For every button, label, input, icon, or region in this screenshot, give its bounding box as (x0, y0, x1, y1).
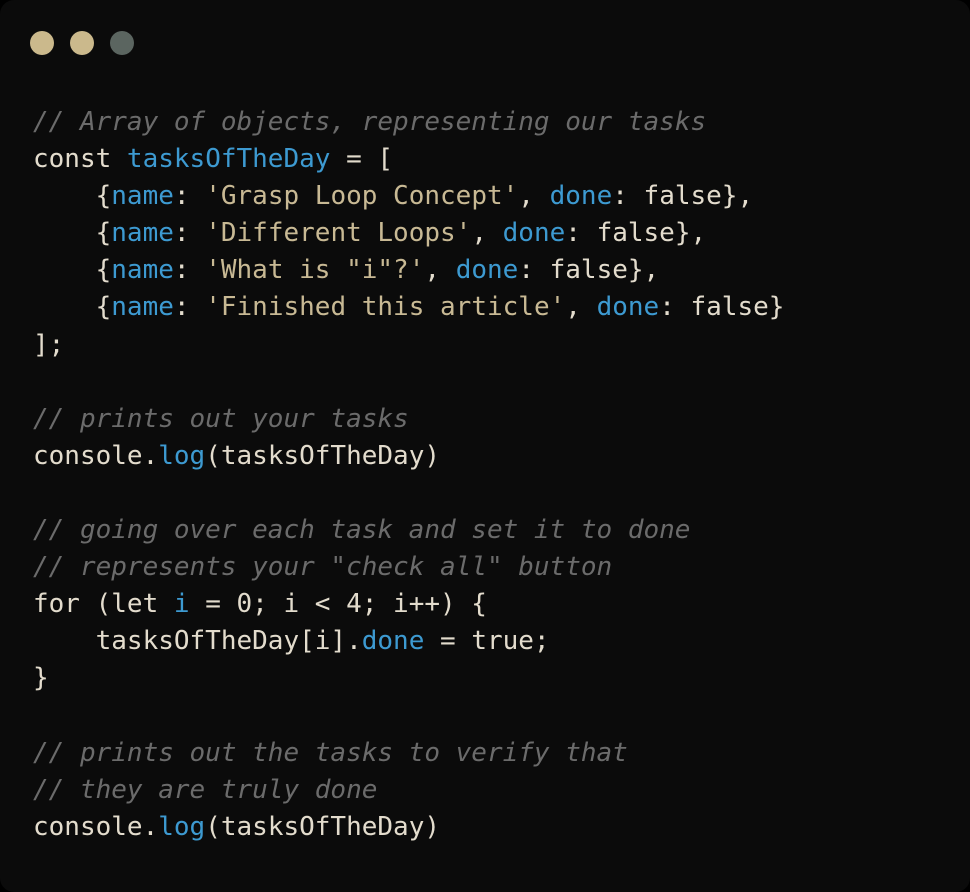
code-token-string: 'Different Loops' (205, 218, 472, 249)
code-token-comment: // they are truly done (33, 774, 378, 805)
code-token-text: { (33, 218, 112, 249)
code-token-comment: // prints out your tasks (33, 403, 409, 434)
code-token-text: tasksOfTheDay[i]. (33, 626, 362, 657)
code-line: // Array of objects, representing our ta… (33, 104, 784, 141)
code-token-text: , (565, 292, 597, 323)
code-token-text: } (33, 663, 49, 694)
code-token-text: : false}, (565, 218, 707, 249)
code-token-text: : false}, (612, 181, 754, 212)
code-token-text: , (471, 218, 503, 249)
code-token-property: name (111, 292, 174, 323)
code-line: {name: 'Grasp Loop Concept', done: false… (33, 178, 784, 215)
code-token-text: = 0; i < 4; i++) { (189, 589, 487, 620)
close-dot-icon[interactable] (30, 31, 54, 55)
code-token-comment: // prints out the tasks to verify that (33, 737, 628, 768)
code-token-property: done (455, 255, 519, 286)
code-token-text: = [ (330, 144, 394, 175)
code-token-text: (tasksOfTheDay) (205, 811, 441, 842)
code-line: ]; (33, 327, 784, 364)
code-token-text: : (173, 292, 206, 323)
maximize-dot-icon[interactable] (110, 31, 134, 55)
code-token-property: name (111, 255, 174, 286)
code-token-text: ]; (33, 329, 65, 360)
code-token-string: 'Grasp Loop Concept' (205, 181, 519, 212)
code-line: console.log(tasksOfTheDay) (33, 438, 784, 475)
window-titlebar (0, 0, 970, 80)
code-token-comment: // Array of objects, representing our ta… (33, 107, 707, 137)
code-token-property: done (502, 218, 566, 249)
code-line: const tasksOfTheDay = [ (33, 141, 784, 178)
code-token-text: console. (33, 811, 159, 842)
minimize-dot-icon[interactable] (70, 31, 94, 55)
code-line: // going over each task and set it to do… (33, 512, 784, 549)
code-token-text: , (424, 255, 456, 286)
code-token-text: = true; (424, 626, 550, 657)
code-token-text: const (33, 144, 127, 175)
code-token-comment: // represents your "check all" button (33, 552, 613, 583)
code-line: // they are truly done (33, 772, 784, 809)
code-line: tasksOfTheDay[i].done = true; (33, 623, 784, 660)
code-token-property: tasksOfTheDay (126, 144, 331, 175)
code-token-property: name (111, 218, 174, 249)
code-token-text: console. (33, 440, 159, 471)
code-token-text: : false}, (518, 255, 660, 286)
code-token-text: : (173, 255, 206, 286)
code-token-text: { (33, 255, 112, 286)
code-window: // Array of objects, representing our ta… (0, 0, 970, 892)
code-token-text: for (let (33, 589, 174, 620)
code-token-comment: // going over each task and set it to do… (33, 515, 691, 546)
code-token-string: 'What is "i"?' (205, 255, 425, 286)
code-token-property: i (173, 589, 190, 620)
code-line: for (let i = 0; i < 4; i++) { (33, 586, 784, 623)
code-line: // prints out the tasks to verify that (33, 735, 784, 772)
code-token-text: : (173, 218, 206, 249)
code-token-text: { (33, 181, 112, 212)
code-line: {name: 'Different Loops', done: false}, (33, 215, 784, 252)
code-line: {name: 'What is "i"?', done: false}, (33, 252, 784, 289)
code-token-property: name (111, 181, 174, 212)
code-token-text: : (173, 181, 206, 212)
code-token-property: done (549, 181, 613, 212)
code-token-property: log (158, 811, 206, 842)
code-block: // Array of objects, representing our ta… (33, 104, 784, 846)
code-line: // represents your "check all" button (33, 549, 784, 586)
code-line: // prints out your tasks (33, 401, 784, 438)
code-token-string: 'Finished this article' (205, 292, 566, 323)
code-token-text: (tasksOfTheDay) (205, 440, 441, 471)
code-token-text: : false} (659, 292, 785, 323)
code-line: console.log(tasksOfTheDay) (33, 809, 784, 846)
code-token-property: done (361, 626, 425, 657)
code-token-text: , (518, 181, 550, 212)
code-token-property: done (596, 292, 660, 323)
code-line: } (33, 660, 784, 697)
code-token-text: { (33, 292, 112, 323)
code-token-property: log (158, 440, 206, 471)
code-line: {name: 'Finished this article', done: fa… (33, 289, 785, 326)
